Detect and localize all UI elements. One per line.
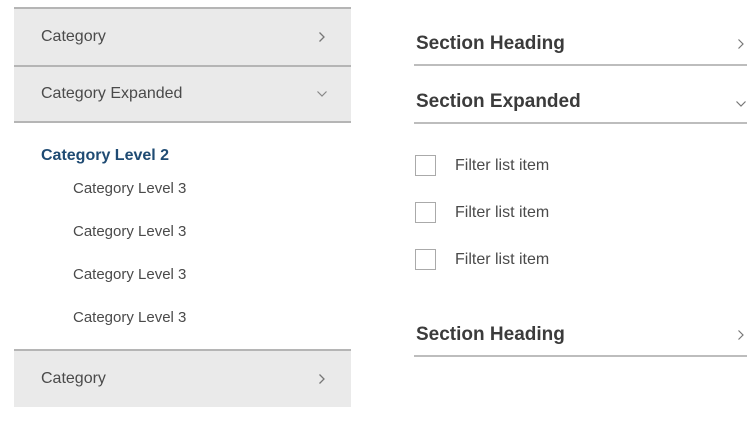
category-item-label: Category Expanded bbox=[41, 85, 183, 102]
category-level3-link[interactable]: Category Level 3 bbox=[73, 306, 351, 349]
category-item-expanded[interactable]: Category Expanded bbox=[14, 65, 351, 123]
chevron-right-icon bbox=[315, 30, 329, 44]
filter-panel: Section Heading Section Expanded Filter … bbox=[414, 24, 747, 357]
category-item-1[interactable]: Category bbox=[14, 7, 351, 65]
filter-list-item[interactable]: Filter list item bbox=[414, 189, 747, 236]
category-nav: Category Category Expanded Category Leve… bbox=[14, 7, 351, 407]
category-item-3[interactable]: Category bbox=[14, 349, 351, 407]
category-level3-link[interactable]: Category Level 3 bbox=[73, 263, 351, 306]
section-title: Section Heading bbox=[416, 33, 565, 54]
section-title: Section Heading bbox=[416, 324, 565, 345]
category-item-label: Category bbox=[41, 28, 106, 45]
filter-list-item[interactable]: Filter list item bbox=[414, 142, 747, 189]
filter-checkbox[interactable] bbox=[415, 202, 436, 223]
filter-list-item[interactable]: Filter list item bbox=[414, 236, 747, 283]
chevron-right-icon bbox=[737, 329, 747, 341]
category-level2-link[interactable]: Category Level 2 bbox=[41, 143, 351, 169]
filter-checkbox[interactable] bbox=[415, 155, 436, 176]
category-item-label: Category bbox=[41, 370, 106, 387]
chevron-right-icon bbox=[315, 372, 329, 386]
filter-item-label: Filter list item bbox=[455, 203, 550, 221]
section-title: Section Expanded bbox=[416, 91, 581, 112]
filter-list: Filter list item Filter list item Filter… bbox=[414, 124, 747, 283]
filter-checkbox[interactable] bbox=[415, 249, 436, 270]
section-heading-1[interactable]: Section Heading bbox=[414, 24, 747, 66]
section-heading-2[interactable]: Section Heading bbox=[414, 315, 747, 357]
filter-item-label: Filter list item bbox=[455, 156, 550, 174]
filter-item-label: Filter list item bbox=[455, 250, 550, 268]
category-level3-link[interactable]: Category Level 3 bbox=[73, 220, 351, 263]
category-subnav: Category Level 2 Category Level 3 Catego… bbox=[14, 123, 351, 349]
section-expanded[interactable]: Section Expanded bbox=[414, 82, 747, 124]
category-level3-link[interactable]: Category Level 3 bbox=[73, 177, 351, 220]
chevron-down-icon bbox=[735, 100, 747, 108]
chevron-down-icon bbox=[315, 87, 329, 101]
chevron-right-icon bbox=[737, 38, 747, 50]
